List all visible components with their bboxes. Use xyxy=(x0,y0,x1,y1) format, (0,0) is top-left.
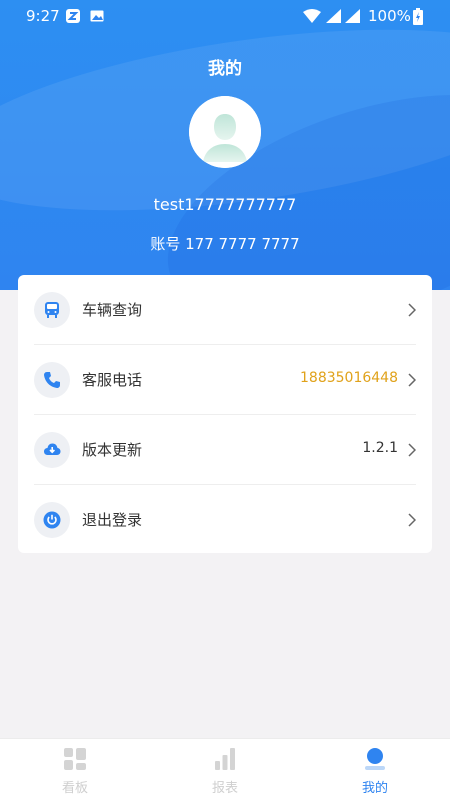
account-number: 账号 177 7777 7777 xyxy=(150,235,300,253)
tab-dashboard[interactable]: 看板 xyxy=(0,739,150,801)
tab-label: 我的 xyxy=(361,781,388,796)
dashboard-icon xyxy=(64,748,86,770)
signal-icon xyxy=(326,9,341,23)
status-time: 9:27 xyxy=(26,7,60,25)
profile-header: 9:27 100% 我的 test17777777777 账号 177 7777… xyxy=(0,0,450,290)
power-icon xyxy=(34,502,70,538)
menu-item-label: 版本更新 xyxy=(82,441,143,459)
battery-percentage: 100% xyxy=(368,7,411,25)
chevron-right-icon xyxy=(408,443,416,457)
chevron-right-icon xyxy=(408,513,416,527)
menu-item-logout[interactable]: 退出登录 xyxy=(18,485,432,555)
username: test17777777777 xyxy=(153,195,297,214)
signal-icon xyxy=(345,9,360,23)
bus-icon xyxy=(34,292,70,328)
menu-item-label: 车辆查询 xyxy=(82,301,143,319)
tab-label: 报表 xyxy=(211,781,238,796)
wifi-icon xyxy=(303,9,321,23)
menu-item-version-update[interactable]: 版本更新 1.2.1 xyxy=(18,415,432,485)
menu-item-vehicle-query[interactable]: 车辆查询 xyxy=(18,275,432,345)
menu-item-label: 退出登录 xyxy=(82,511,143,529)
bar-chart-icon xyxy=(215,748,235,770)
app-notification-icon xyxy=(66,9,80,23)
version-number: 1.2.1 xyxy=(362,440,398,456)
cloud-download-icon xyxy=(34,432,70,468)
tab-label: 看板 xyxy=(61,781,88,796)
menu-card: 车辆查询 客服电话 18835016448 版本更新 1.2.1 退出登录 xyxy=(18,275,432,553)
tab-reports[interactable]: 报表 xyxy=(150,739,300,801)
avatar[interactable] xyxy=(189,96,261,168)
battery-icon xyxy=(413,8,423,25)
person-icon xyxy=(365,748,385,770)
tab-mine[interactable]: 我的 xyxy=(300,739,450,801)
image-notification-icon xyxy=(90,10,104,22)
chevron-right-icon xyxy=(408,373,416,387)
menu-item-label: 客服电话 xyxy=(82,371,143,389)
customer-service-phone[interactable]: 18835016448 xyxy=(300,370,398,386)
default-avatar-icon xyxy=(189,96,261,168)
status-bar: 9:27 100% xyxy=(0,0,450,32)
bottom-tab-bar: 看板 报表 我的 xyxy=(0,738,450,801)
chevron-right-icon xyxy=(408,303,416,317)
page-title: 我的 xyxy=(208,59,242,79)
phone-icon xyxy=(34,362,70,398)
menu-item-customer-service[interactable]: 客服电话 18835016448 xyxy=(18,345,432,415)
